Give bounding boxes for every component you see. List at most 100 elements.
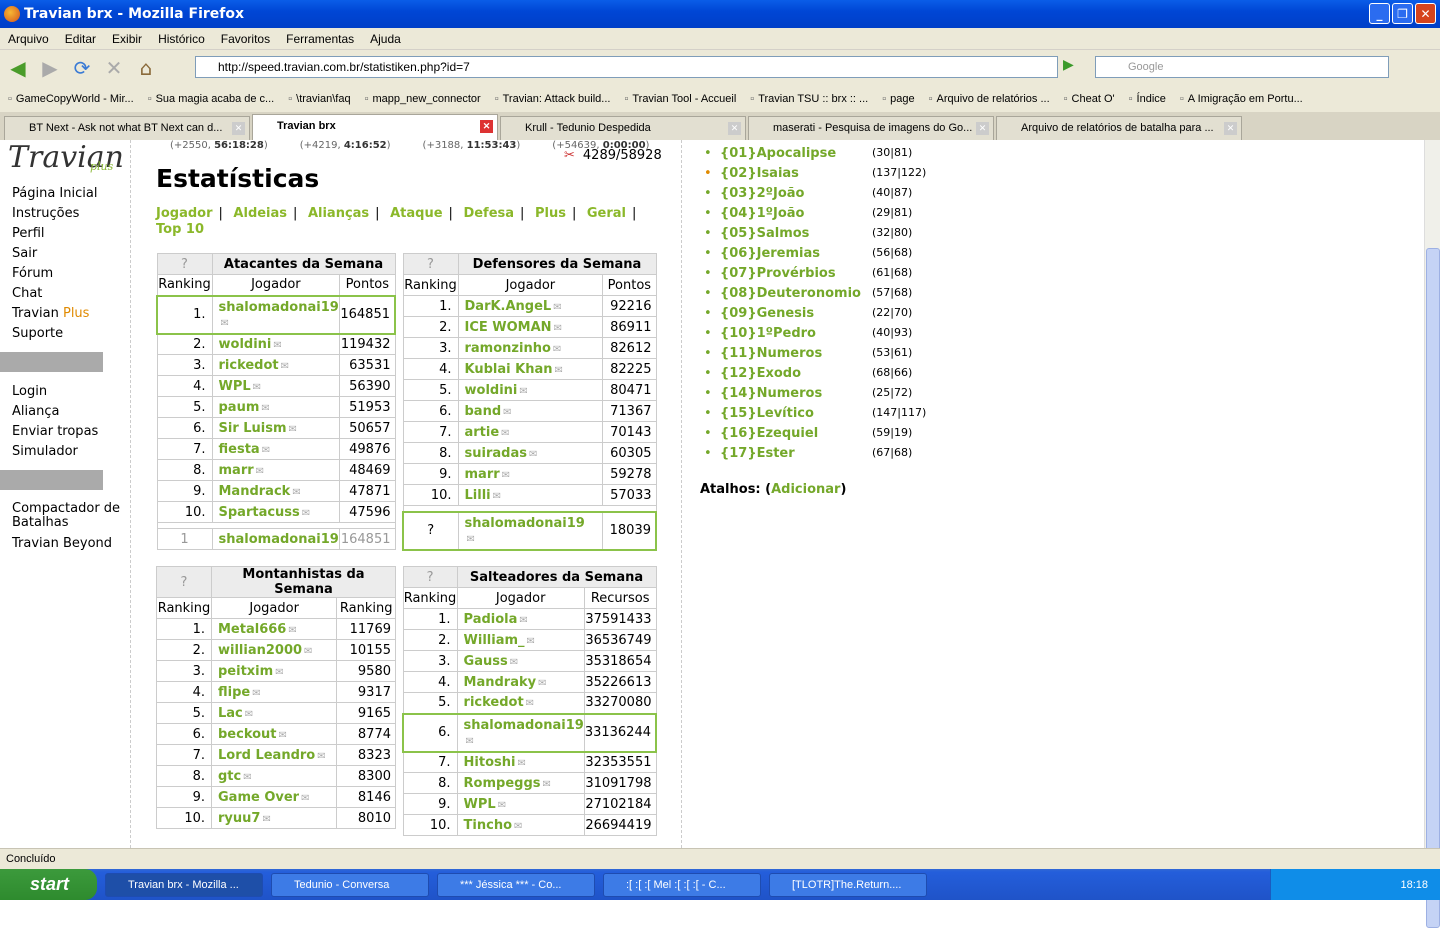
message-icon[interactable]: ✉ [302,508,310,519]
player-link[interactable]: Game Over ✉ [210,786,338,808]
tab-arquivo[interactable]: Arquivo de relatórios de batalha para ..… [996,116,1242,140]
player-link[interactable]: Hitoshi ✉ [456,751,585,773]
message-icon[interactable]: ✉ [467,534,475,545]
message-icon[interactable]: ✉ [517,758,525,769]
minimize-button[interactable]: _ [1369,3,1390,24]
player-link[interactable]: suiradas ✉ [457,442,604,464]
sidebar-item-enviar-tropas[interactable]: Enviar tropas [12,424,122,444]
village-item[interactable]: • {12}Exodo (68|66) [704,366,926,386]
player-link[interactable]: band ✉ [457,400,604,422]
player-link[interactable]: woldini ✉ [457,379,604,401]
bookmark-item[interactable]: Índice [1129,93,1166,105]
menu-favoritos[interactable]: Favoritos [213,32,278,46]
sidebar-item-compactador[interactable]: Compactador de Batalhas [12,502,122,536]
message-icon[interactable]: ✉ [221,318,229,329]
search-input[interactable]: Google [1095,56,1389,78]
bookmark-item[interactable]: Travian: Attack build... [495,93,611,105]
player-link[interactable]: Gauss ✉ [456,650,585,672]
taskbar-item[interactable]: *** Jéssica *** - Co... [437,872,595,897]
player-link[interactable]: William_ ✉ [456,629,585,651]
menu-historico[interactable]: Histórico [150,32,213,46]
add-shortcut-link[interactable]: Adicionar [771,482,840,497]
cat-aldeias[interactable]: Aldeias [233,206,287,221]
player-link[interactable]: peitxim ✉ [210,660,338,682]
player-link[interactable]: Sir Luism ✉ [211,417,341,439]
reload-icon[interactable]: ⟳ [68,54,96,82]
close-tab-icon[interactable]: ✕ [1224,122,1237,135]
taskbar-item[interactable]: Travian brx - Mozilla ... [105,872,263,897]
bookmark-item[interactable]: Travian TSU :: brx :: ... [750,93,868,105]
player-link[interactable]: shalomadonai19 [211,528,341,550]
start-button[interactable]: start [0,869,97,900]
taskbar-item[interactable]: [TLOTR]The.Return.... [769,872,927,897]
sidebar-item-suporte[interactable]: Suporte [12,326,122,346]
tab-travian[interactable]: Travian brx ✕ [252,114,498,140]
player-link[interactable]: Padiola ✉ [456,608,585,630]
village-item[interactable]: • {04}1ºJoão (29|81) [704,206,926,226]
player-link[interactable]: Kublai Khan ✉ [457,358,604,380]
player-link[interactable]: gtc ✉ [210,765,338,787]
message-icon[interactable]: ✉ [301,793,309,804]
vertical-scrollbar[interactable] [1424,140,1440,928]
message-icon[interactable]: ✉ [279,730,287,741]
player-link[interactable]: Rompeggs ✉ [456,772,585,794]
player-link[interactable]: ramonzinho ✉ [457,337,604,359]
player-link[interactable]: ICE WOMAN ✉ [457,316,604,338]
sidebar-item-pagina-inicial[interactable]: Página Inicial [12,186,122,206]
player-link[interactable]: rickedot ✉ [456,692,585,714]
message-icon[interactable]: ✉ [292,487,300,498]
cat-defesa[interactable]: Defesa [463,206,514,221]
player-link[interactable]: Lac ✉ [210,702,338,724]
bookmark-item[interactable]: Sua magia acaba de c... [148,93,275,105]
menu-exibir[interactable]: Exibir [104,32,150,46]
sidebar-item-chat[interactable]: Chat [12,286,122,306]
message-icon[interactable]: ✉ [262,445,270,456]
bookmark-item[interactable]: Arquivo de relatórios ... [929,93,1050,105]
menu-ajuda[interactable]: Ajuda [362,32,409,46]
message-icon[interactable]: ✉ [498,800,506,811]
tab-krull[interactable]: Krull - Tedunio Despedida ✕ [500,116,746,140]
close-tab-icon[interactable]: ✕ [728,122,741,135]
sidebar-item-perfil[interactable]: Perfil [12,226,122,246]
message-icon[interactable]: ✉ [527,636,535,647]
close-tab-icon[interactable]: ✕ [480,120,493,133]
message-icon[interactable]: ✉ [514,821,522,832]
message-icon[interactable]: ✉ [304,646,312,657]
message-icon[interactable]: ✉ [529,449,537,460]
bookmark-item[interactable]: Travian Tool - Accueil [624,93,736,105]
message-icon[interactable]: ✉ [538,678,546,689]
message-icon[interactable]: ✉ [526,698,534,709]
message-icon[interactable]: ✉ [501,428,509,439]
message-icon[interactable]: ✉ [256,466,264,477]
message-icon[interactable]: ✉ [519,615,527,626]
message-icon[interactable]: ✉ [262,814,270,825]
player-link[interactable]: shalomadonai19 ✉ [211,294,341,335]
message-icon[interactable]: ✉ [543,779,551,790]
village-item[interactable]: • {14}Numeros (25|72) [704,386,926,406]
message-icon[interactable]: ✉ [289,424,297,435]
sidebar-item-login[interactable]: Login [12,384,122,404]
message-icon[interactable]: ✉ [252,688,260,699]
player-link[interactable]: WPL ✉ [211,375,341,397]
player-link[interactable]: DarK.AngeL ✉ [457,295,604,317]
message-icon[interactable]: ✉ [510,657,518,668]
sidebar-item-forum[interactable]: Fórum [12,266,122,286]
message-icon[interactable]: ✉ [466,736,474,747]
player-link[interactable]: fiesta ✉ [211,438,341,460]
menu-editar[interactable]: Editar [57,32,104,46]
message-icon[interactable]: ✉ [519,386,527,397]
village-item[interactable]: • {03}2ºJoão (40|87) [704,186,926,206]
player-link[interactable]: shalomadonai19 ✉ [457,510,604,551]
cat-ataque[interactable]: Ataque [390,206,442,221]
sidebar-item-instrucoes[interactable]: Instruções [12,206,122,226]
menu-arquivo[interactable]: Arquivo [0,32,57,46]
player-link[interactable]: Spartacuss ✉ [211,501,341,523]
village-item[interactable]: • {15}Levítico (147|117) [704,406,926,426]
player-link[interactable]: Lilli ✉ [457,484,604,506]
village-item[interactable]: • {07}Provérbios (61|68) [704,266,926,286]
forward-icon[interactable]: ▶ [36,54,64,82]
home-icon[interactable]: ⌂ [132,54,160,82]
player-link[interactable]: marr ✉ [457,463,604,485]
player-link[interactable]: woldini ✉ [211,333,341,355]
bookmark-item[interactable]: page [882,93,914,105]
